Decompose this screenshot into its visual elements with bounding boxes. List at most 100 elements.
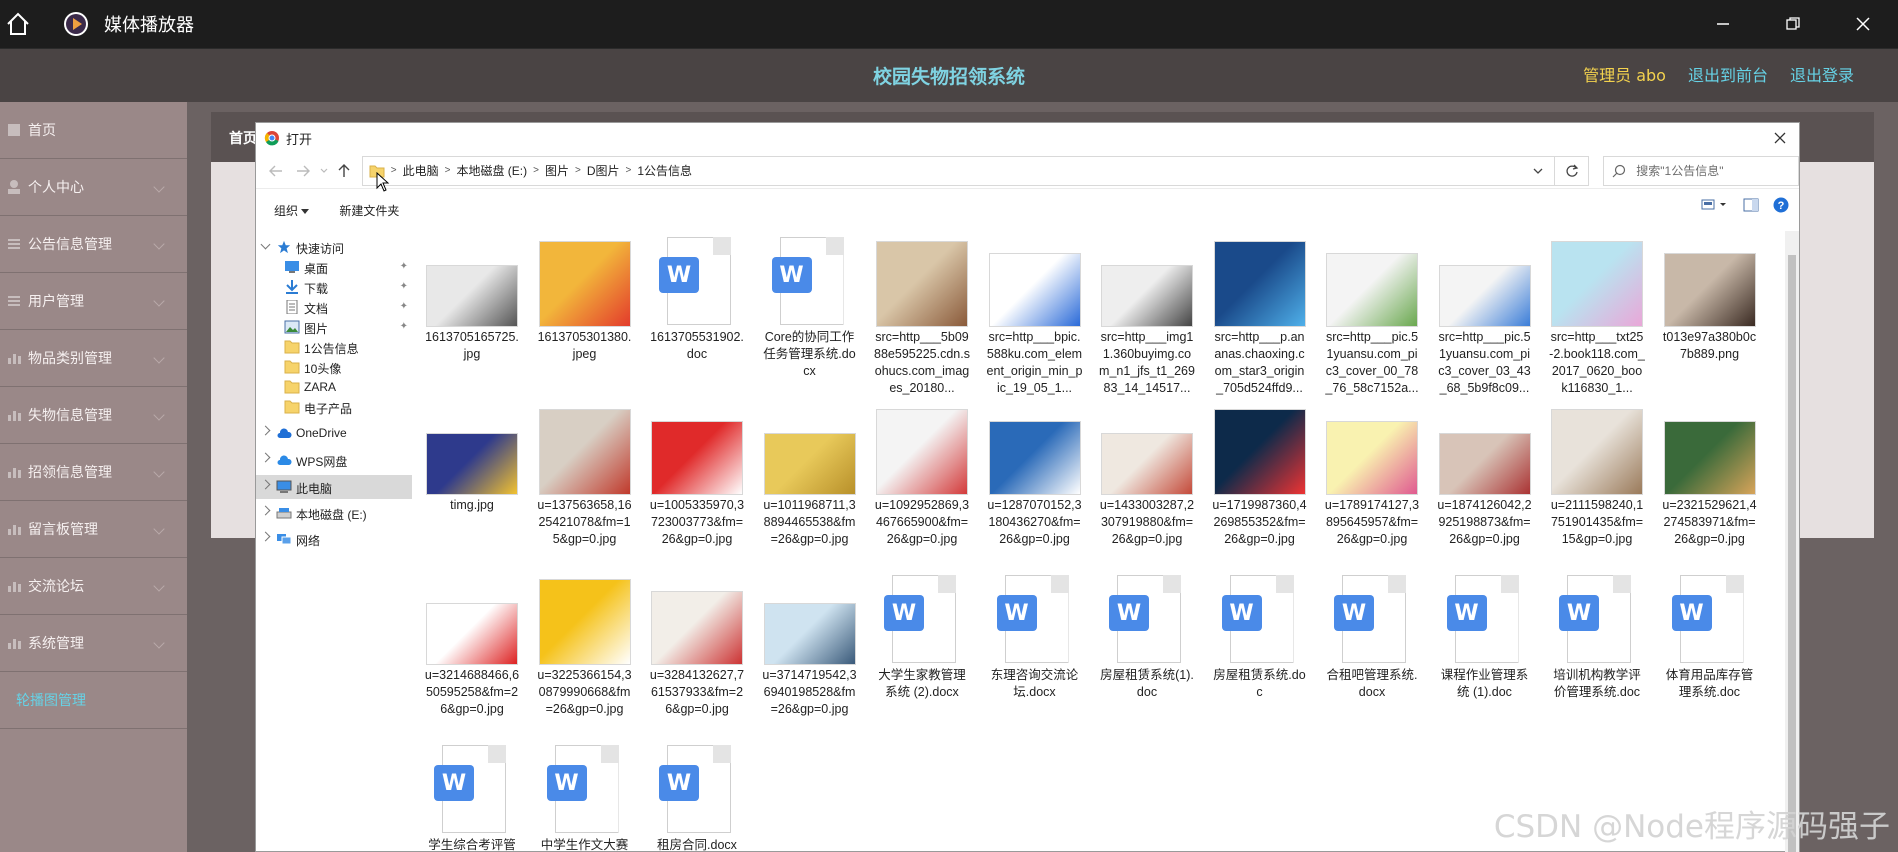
restore-button[interactable]	[1758, 0, 1828, 48]
sidebar-item-lost-items[interactable]: 失物信息管理	[0, 387, 187, 444]
sidebar-item-home[interactable]: 首页	[0, 102, 187, 159]
forward-button[interactable]	[289, 157, 316, 185]
file-item-image[interactable]: src=http___pic.51yuansu.com_pic3_cover_0…	[1435, 235, 1535, 397]
sidebar-item-item-categories[interactable]: 物品类别管理	[0, 330, 187, 387]
nav-item-this-pc[interactable]: 此电脑	[256, 475, 412, 499]
sidebar-item-carousel[interactable]: 轮播图管理	[0, 672, 187, 729]
file-item-image[interactable]: u=1005335970,3723003773&fm=26&gp=0.jpg	[647, 403, 747, 548]
file-item-image[interactable]: src=http___img11.360buyimg.com_n1_jfs_t1…	[1097, 235, 1197, 397]
file-item-document[interactable]: W 房屋租赁系统.doc	[1210, 573, 1310, 701]
vertical-scrollbar[interactable]	[1785, 231, 1799, 852]
expand-arrow-icon[interactable]	[260, 239, 271, 250]
file-item-image[interactable]: u=1433003287,2307919880&fm=26&gp=0.jpg	[1097, 403, 1197, 548]
sidebar-item-message-board[interactable]: 留言板管理	[0, 501, 187, 558]
file-item-document[interactable]: W 中学生作文大赛	[535, 743, 635, 852]
preview-pane-button[interactable]	[1743, 198, 1759, 215]
back-to-frontend-link[interactable]: 退出到前台	[1688, 62, 1768, 86]
file-item-image[interactable]: src=http___txt25-2.book118.com_2017_0620…	[1547, 235, 1647, 397]
nav-item-local-disk[interactable]: 本地磁盘 (E:)	[256, 501, 412, 525]
file-name: src=http___txt25-2.book118.com_2017_0620…	[1549, 330, 1645, 395]
file-item-document[interactable]: W 东理咨询交流论坛.docx	[985, 573, 1085, 701]
file-item-image[interactable]: u=3284132627,761537933&fm=26&gp=0.jpg	[647, 573, 747, 718]
file-item-document[interactable]: W 大学生家教管理系统 (2).docx	[872, 573, 972, 701]
file-name: u=3225366154,30879990668&fm=26&gp=0.jpg	[537, 668, 632, 716]
file-thumbnail	[1326, 235, 1418, 327]
file-item-image[interactable]: src=http___pic.51yuansu.com_pic3_cover_0…	[1322, 235, 1422, 397]
file-item-image[interactable]: src=http___bpic.588ku.com_element_origin…	[985, 235, 1085, 397]
close-window-button[interactable]	[1828, 0, 1898, 48]
new-folder-button[interactable]: 新建文件夹	[339, 202, 399, 219]
refresh-button[interactable]	[1554, 156, 1588, 185]
file-item-image[interactable]: src=http___5b0988e595225.cdn.sohucs.com_…	[872, 235, 972, 397]
file-thumbnail	[426, 235, 518, 327]
file-item-image[interactable]: 1613705165725.jpg	[422, 235, 522, 363]
dialog-close-button[interactable]	[1767, 125, 1793, 151]
arrow-up-icon	[338, 163, 350, 177]
file-item-image[interactable]: timg.jpg	[422, 403, 522, 514]
file-item-image[interactable]: u=2321529621,4274583971&fm=26&gp=0.jpg	[1660, 403, 1760, 548]
breadcrumb-this-pc[interactable]: 此电脑	[403, 162, 439, 179]
file-item-document[interactable]: W 租房合同.docx	[647, 743, 747, 852]
file-item-document[interactable]: W 学生综合考评管	[422, 743, 522, 852]
expand-arrow-icon[interactable]	[260, 479, 271, 490]
nav-item-network[interactable]: 网络	[256, 527, 412, 551]
back-button[interactable]	[262, 157, 289, 185]
expand-arrow-icon[interactable]	[260, 452, 271, 463]
breadcrumb-local-disk[interactable]: 本地磁盘 (E:)	[456, 162, 527, 179]
file-item-image[interactable]: u=1874126042,2925198873&fm=26&gp=0.jpg	[1435, 403, 1535, 548]
file-item-image[interactable]: u=3214688466,650595258&fm=26&gp=0.jpg	[422, 573, 522, 718]
file-item-image[interactable]: u=1092952869,3467665900&fm=26&gp=0.jpg	[872, 403, 972, 548]
sidebar-item-system[interactable]: 系统管理	[0, 615, 187, 672]
breadcrumb[interactable]: 首页	[229, 128, 257, 148]
expand-arrow-icon[interactable]	[260, 425, 271, 436]
sidebar-item-announcements[interactable]: 公告信息管理	[0, 216, 187, 273]
file-item-image[interactable]: u=137563658,1625421078&fm=15&gp=0.jpg	[535, 403, 635, 548]
file-item-document[interactable]: W 体育用品库存管理系统.doc	[1660, 573, 1760, 701]
address-bar[interactable]: > 此电脑 > 本地磁盘 (E:) > 图片 > D图片 > 1公告信息	[361, 155, 1590, 186]
file-item-document[interactable]: W 房屋租赁系统(1).doc	[1097, 573, 1197, 701]
file-item-image[interactable]: u=1011968711,38894465538&fm=26&gp=0.jpg	[760, 403, 860, 548]
pin-icon: ✦	[399, 301, 408, 312]
file-item-image[interactable]: u=2111598240,1751901435&fm=15&gp=0.jpg	[1547, 403, 1647, 548]
minimize-button[interactable]	[1688, 0, 1758, 48]
file-item-image[interactable]: u=1789174127,3895645957&fm=26&gp=0.jpg	[1322, 403, 1422, 548]
nav-label: WPS网盘	[296, 455, 348, 469]
file-item-image[interactable]: u=1287070152,3180436270&fm=26&gp=0.jpg	[985, 403, 1085, 548]
file-item-image[interactable]: src=http___p.ananas.chaoxing.com_star3_o…	[1210, 235, 1310, 397]
navigation-pane: 快速访问 桌面 ✦ 下载 ✦ 文档 ✦ 图片 ✦ 1公告信息 10头像 ZARA 电子产…	[256, 231, 412, 852]
nav-item-folder-electronics[interactable]: 电子产品	[256, 395, 412, 419]
file-name: t013e97a380b0c7b889.png	[1662, 330, 1757, 361]
logout-link[interactable]: 退出登录	[1790, 62, 1854, 86]
file-item-image[interactable]: 1613705301380.jpeg	[535, 235, 635, 363]
organize-menu[interactable]: 组织	[274, 202, 310, 219]
home-icon[interactable]	[4, 10, 32, 38]
breadcrumb-current-folder[interactable]: 1公告信息	[637, 162, 692, 179]
file-item-document[interactable]: W 培训机构教学评价管理系统.doc	[1547, 573, 1647, 701]
sidebar-item-personal-center[interactable]: 个人中心	[0, 159, 187, 216]
file-item-image[interactable]: t013e97a380b0c7b889.png	[1660, 235, 1760, 363]
recent-locations-button[interactable]	[317, 157, 331, 185]
file-item-image[interactable]: u=3714719542,36940198528&fm=26&gp=0.jpg	[760, 573, 860, 718]
search-input[interactable]: 搜索"1公告信息"	[1603, 155, 1799, 186]
file-item-image[interactable]: u=3225366154,30879990668&fm=26&gp=0.jpg	[535, 573, 635, 718]
nav-item-onedrive[interactable]: OneDrive	[256, 421, 412, 445]
expand-arrow-icon[interactable]	[260, 531, 271, 542]
file-item-document[interactable]: W 1613705531902.doc	[647, 235, 747, 363]
sidebar-item-found-items[interactable]: 招领信息管理	[0, 444, 187, 501]
file-item-image[interactable]: u=1719987360,4269855352&fm=26&gp=0.jpg	[1210, 403, 1310, 548]
view-options-button[interactable]	[1701, 198, 1729, 215]
file-item-document[interactable]: W Core的协同工作任务管理系统.docx	[760, 235, 860, 380]
sidebar-item-users[interactable]: 用户管理	[0, 273, 187, 330]
file-item-document[interactable]: W 课程作业管理系统 (1).doc	[1435, 573, 1535, 701]
image-preview	[1438, 265, 1531, 327]
scrollbar-thumb[interactable]	[1788, 255, 1796, 852]
up-button[interactable]	[330, 157, 357, 185]
chevron-down-icon[interactable]	[1532, 164, 1544, 178]
file-item-document[interactable]: W 合租吧管理系统.docx	[1322, 573, 1422, 701]
expand-arrow-icon[interactable]	[260, 505, 271, 516]
sidebar-item-forum[interactable]: 交流论坛	[0, 558, 187, 615]
breadcrumb-pictures[interactable]: 图片	[545, 162, 569, 179]
breadcrumb-d-pictures[interactable]: D图片	[587, 162, 620, 179]
nav-item-wps-cloud[interactable]: WPS网盘	[256, 448, 412, 472]
help-button[interactable]: ?	[1773, 197, 1789, 216]
